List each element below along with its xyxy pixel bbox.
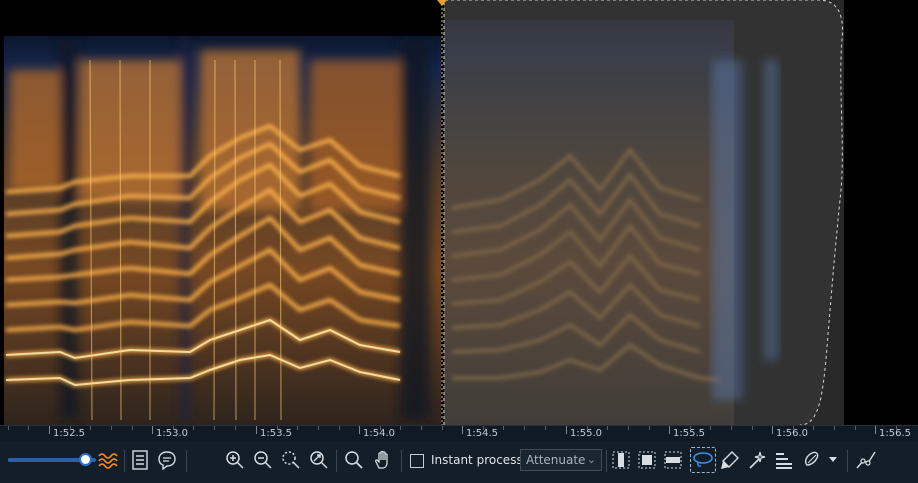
timeline-ruler[interactable]: 1:52.5 1:53.0 1:53.5 1:54.0 1:54.5 1:55.0 1:55… [0, 425, 918, 441]
timeline-tick-label: 1:55.5 [673, 428, 705, 439]
hand-icon[interactable] [372, 447, 394, 473]
timeline-tick-label: 1:54.0 [363, 428, 395, 439]
chevron-down-icon: ⌄ [586, 453, 596, 466]
zoom-slider-handle[interactable] [79, 453, 92, 466]
time-frequency-selection-icon[interactable] [636, 447, 658, 473]
paint-options-icon[interactable] [801, 447, 841, 473]
find-icon[interactable] [343, 447, 365, 473]
mode-select[interactable]: Attenuate ⌄ [520, 449, 602, 471]
toolbar: Instant process Attenuate ⌄ [0, 441, 918, 483]
zoom-fit-icon[interactable] [308, 447, 330, 473]
zoom-selection-icon[interactable] [280, 447, 302, 473]
mode-select-value: Attenuate [526, 453, 586, 467]
frequency-selection-icon[interactable] [662, 447, 684, 473]
lasso-selection[interactable] [444, 0, 843, 425]
instant-process-checkbox[interactable] [410, 454, 424, 468]
timeline-tick-label: 1:52.5 [53, 428, 85, 439]
waveform-toggle-icon[interactable] [97, 447, 119, 473]
timeline-tick-label: 1:56.5 [879, 428, 911, 439]
curve-icon[interactable] [854, 447, 878, 473]
zoom-in-icon[interactable] [224, 447, 246, 473]
zoom-out-icon[interactable] [252, 447, 274, 473]
timeline-tick-label: 1:55.0 [570, 428, 602, 439]
comment-icon[interactable] [156, 447, 178, 473]
spectrogram-view[interactable] [0, 0, 918, 425]
magic-wand-icon[interactable] [746, 447, 768, 473]
time-selection-icon[interactable] [610, 447, 632, 473]
timeline-tick-label: 1:56.0 [776, 428, 808, 439]
brush-icon[interactable] [719, 447, 741, 473]
timeline-tick-label: 1:54.5 [466, 428, 498, 439]
timeline-tick-label: 1:53.5 [260, 428, 292, 439]
spectrum-list-icon[interactable] [129, 447, 151, 473]
instant-process-label: Instant process [431, 453, 523, 467]
zoom-slider[interactable] [8, 453, 96, 466]
timeline-tick-label: 1:53.0 [156, 428, 188, 439]
harmonic-selection-icon[interactable] [773, 447, 795, 473]
lasso-icon[interactable] [690, 447, 716, 473]
spectrogram-image [4, 0, 844, 425]
